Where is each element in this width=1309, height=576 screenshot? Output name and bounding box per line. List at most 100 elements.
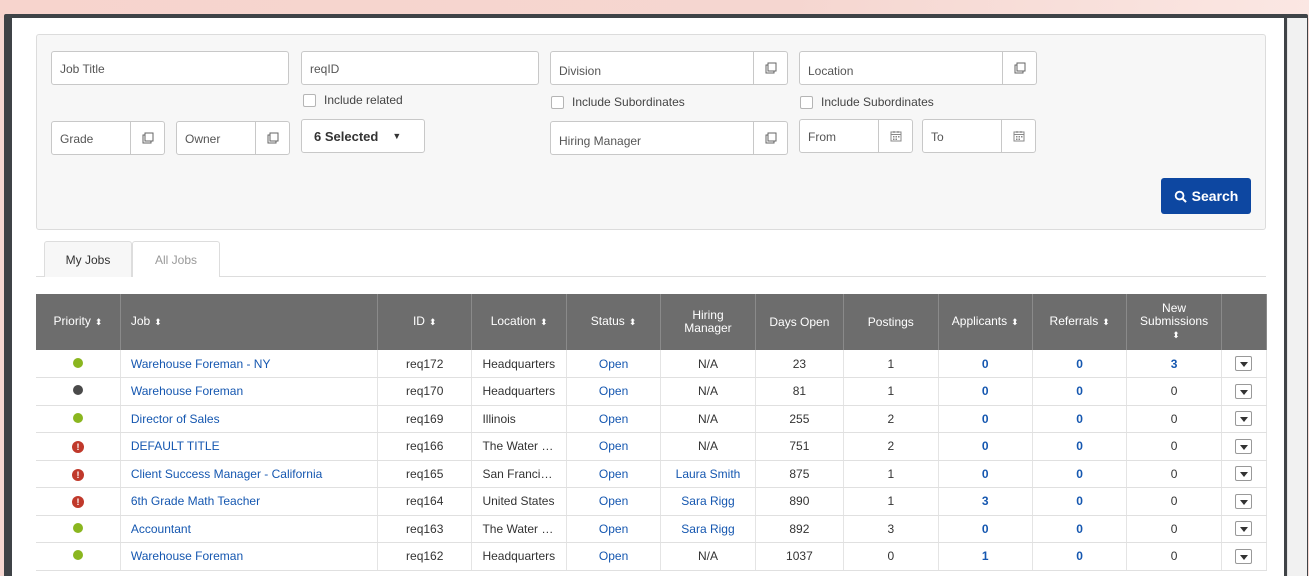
table-row[interactable]: ! 6th Grade Math Teacher req164 United S… xyxy=(36,487,1268,516)
job-link[interactable]: Warehouse Foreman xyxy=(131,384,243,398)
postings-cell: 1 xyxy=(843,350,939,378)
to-date-input[interactable]: To xyxy=(922,119,1036,153)
row-actions-dropdown-icon[interactable] xyxy=(1235,411,1253,427)
calendar-icon xyxy=(890,131,901,142)
new-submissions-value[interactable]: 3 xyxy=(1171,357,1178,371)
row-actions-dropdown-icon[interactable] xyxy=(1235,466,1253,482)
applicants-link[interactable]: 0 xyxy=(982,384,989,398)
referrals-link[interactable]: 0 xyxy=(1076,522,1083,536)
grade-input[interactable]: Grade xyxy=(51,121,165,155)
table-row[interactable]: Warehouse Foreman req170 Headquarters Op… xyxy=(36,377,1268,406)
division-picker-button[interactable] xyxy=(753,52,787,84)
job-link[interactable]: Accountant xyxy=(131,522,191,536)
hiring-manager-value[interactable]: Laura Smith xyxy=(676,467,741,481)
applicants-link[interactable]: 0 xyxy=(982,522,989,536)
owner-input[interactable]: Owner xyxy=(176,121,290,155)
referrals-link[interactable]: 0 xyxy=(1076,549,1083,563)
tab-all-jobs[interactable]: All Jobs xyxy=(132,241,220,277)
owner-picker-button[interactable] xyxy=(255,122,289,154)
location-picker-button[interactable] xyxy=(1002,52,1036,84)
applicants-link[interactable]: 0 xyxy=(982,412,989,426)
status-link[interactable]: Open xyxy=(599,439,628,453)
applicants-cell: 0 xyxy=(938,405,1033,433)
referrals-link[interactable]: 0 xyxy=(1076,384,1083,398)
hiring-manager-placeholder: Hiring Manager xyxy=(559,134,642,148)
reqid-input[interactable]: reqID xyxy=(301,51,539,85)
status-link[interactable]: Open xyxy=(599,384,628,398)
row-actions-dropdown-icon[interactable] xyxy=(1235,356,1253,372)
row-actions-dropdown-icon[interactable] xyxy=(1235,383,1253,399)
applicants-link[interactable]: 1 xyxy=(982,549,989,563)
id-cell: req163 xyxy=(377,515,473,543)
job-link[interactable]: 6th Grade Math Teacher xyxy=(131,494,260,508)
hiring-manager-cell: Sara Rigg xyxy=(660,515,756,543)
status-link[interactable]: Open xyxy=(599,549,628,563)
job-link[interactable]: Client Success Manager - California xyxy=(131,467,322,481)
new-submissions-cell: 0 xyxy=(1126,487,1222,516)
from-calendar-button[interactable] xyxy=(878,120,912,152)
table-row[interactable]: ! Client Success Manager - California re… xyxy=(36,460,1268,488)
job-link[interactable]: DEFAULT TITLE xyxy=(131,439,220,453)
applicants-link[interactable]: 3 xyxy=(982,494,989,508)
job-link[interactable]: Warehouse Foreman xyxy=(131,549,243,563)
hiring-manager-value[interactable]: Sara Rigg xyxy=(681,522,734,536)
col-job[interactable]: Job ⬍ xyxy=(120,294,379,350)
applicants-link[interactable]: 0 xyxy=(982,467,989,481)
status-link[interactable]: Open xyxy=(599,494,628,508)
table-row[interactable]: ! DEFAULT TITLE req166 The Water … Open … xyxy=(36,432,1268,461)
status-link[interactable]: Open xyxy=(599,467,628,481)
col-applicants[interactable]: Applicants ⬍ xyxy=(938,294,1033,350)
col-new-submissions[interactable]: New Submissions ⬍ xyxy=(1126,294,1222,350)
row-actions-dropdown-icon[interactable] xyxy=(1235,548,1253,564)
checkbox-box[interactable] xyxy=(551,95,564,109)
hiring-manager-value[interactable]: Sara Rigg xyxy=(681,494,734,508)
include-subordinates-division-checkbox[interactable]: Include Subordinates xyxy=(551,94,685,110)
row-actions-dropdown-icon[interactable] xyxy=(1235,493,1253,509)
job-title-input[interactable]: Job Title xyxy=(51,51,289,85)
scrollbar[interactable] xyxy=(1287,18,1307,576)
referrals-link[interactable]: 0 xyxy=(1076,412,1083,426)
row-actions-dropdown-icon[interactable] xyxy=(1235,438,1253,454)
col-status[interactable]: Status ⬍ xyxy=(566,294,662,350)
search-button[interactable]: Search xyxy=(1161,178,1251,214)
job-link[interactable]: Director of Sales xyxy=(131,412,220,426)
referrals-link[interactable]: 0 xyxy=(1076,467,1083,481)
grade-picker-button[interactable] xyxy=(130,122,164,154)
id-cell: req166 xyxy=(377,432,473,461)
status-link[interactable]: Open xyxy=(599,357,628,371)
table-row[interactable]: Warehouse Foreman req162 Headquarters Op… xyxy=(36,542,1268,571)
include-subordinates-location-checkbox[interactable]: Include Subordinates xyxy=(800,94,934,110)
table-row[interactable]: Warehouse Foreman - NY req172 Headquarte… xyxy=(36,350,1268,378)
referrals-link[interactable]: 0 xyxy=(1076,494,1083,508)
applicants-cell: 0 xyxy=(938,350,1033,378)
referrals-link[interactable]: 0 xyxy=(1076,357,1083,371)
col-priority[interactable]: Priority ⬍ xyxy=(36,294,121,350)
division-input[interactable]: Division xyxy=(550,51,788,85)
warning-icon: ! xyxy=(71,441,84,454)
checkbox-box[interactable] xyxy=(303,93,316,107)
hiring-manager-input[interactable]: Hiring Manager xyxy=(550,121,788,155)
to-calendar-button[interactable] xyxy=(1001,120,1035,152)
location-cell: Headquarters xyxy=(471,350,567,378)
tab-my-jobs[interactable]: My Jobs xyxy=(44,241,132,277)
checkbox-box[interactable] xyxy=(800,95,813,109)
applicants-cell: 0 xyxy=(938,515,1033,543)
include-related-checkbox[interactable]: Include related xyxy=(303,92,403,108)
status-link[interactable]: Open xyxy=(599,412,628,426)
location-input[interactable]: Location xyxy=(799,51,1037,85)
from-date-input[interactable]: From xyxy=(799,119,913,153)
table-row[interactable]: Accountant req163 The Water … Open Sara … xyxy=(36,515,1268,543)
status-multiselect[interactable]: 6 Selected ▼ xyxy=(301,119,425,153)
col-id[interactable]: ID ⬍ xyxy=(377,294,473,350)
status-link[interactable]: Open xyxy=(599,522,628,536)
col-location[interactable]: Location ⬍ xyxy=(471,294,567,350)
hiring-manager-picker-button[interactable] xyxy=(753,122,787,154)
applicants-link[interactable]: 0 xyxy=(982,439,989,453)
job-link[interactable]: Warehouse Foreman - NY xyxy=(131,357,271,371)
col-referrals[interactable]: Referrals ⬍ xyxy=(1032,294,1128,350)
applicants-link[interactable]: 0 xyxy=(982,357,989,371)
job-cell: Warehouse Foreman xyxy=(120,542,379,571)
table-row[interactable]: Director of Sales req169 Illinois Open N… xyxy=(36,405,1268,433)
row-actions-dropdown-icon[interactable] xyxy=(1235,521,1253,537)
referrals-link[interactable]: 0 xyxy=(1076,439,1083,453)
